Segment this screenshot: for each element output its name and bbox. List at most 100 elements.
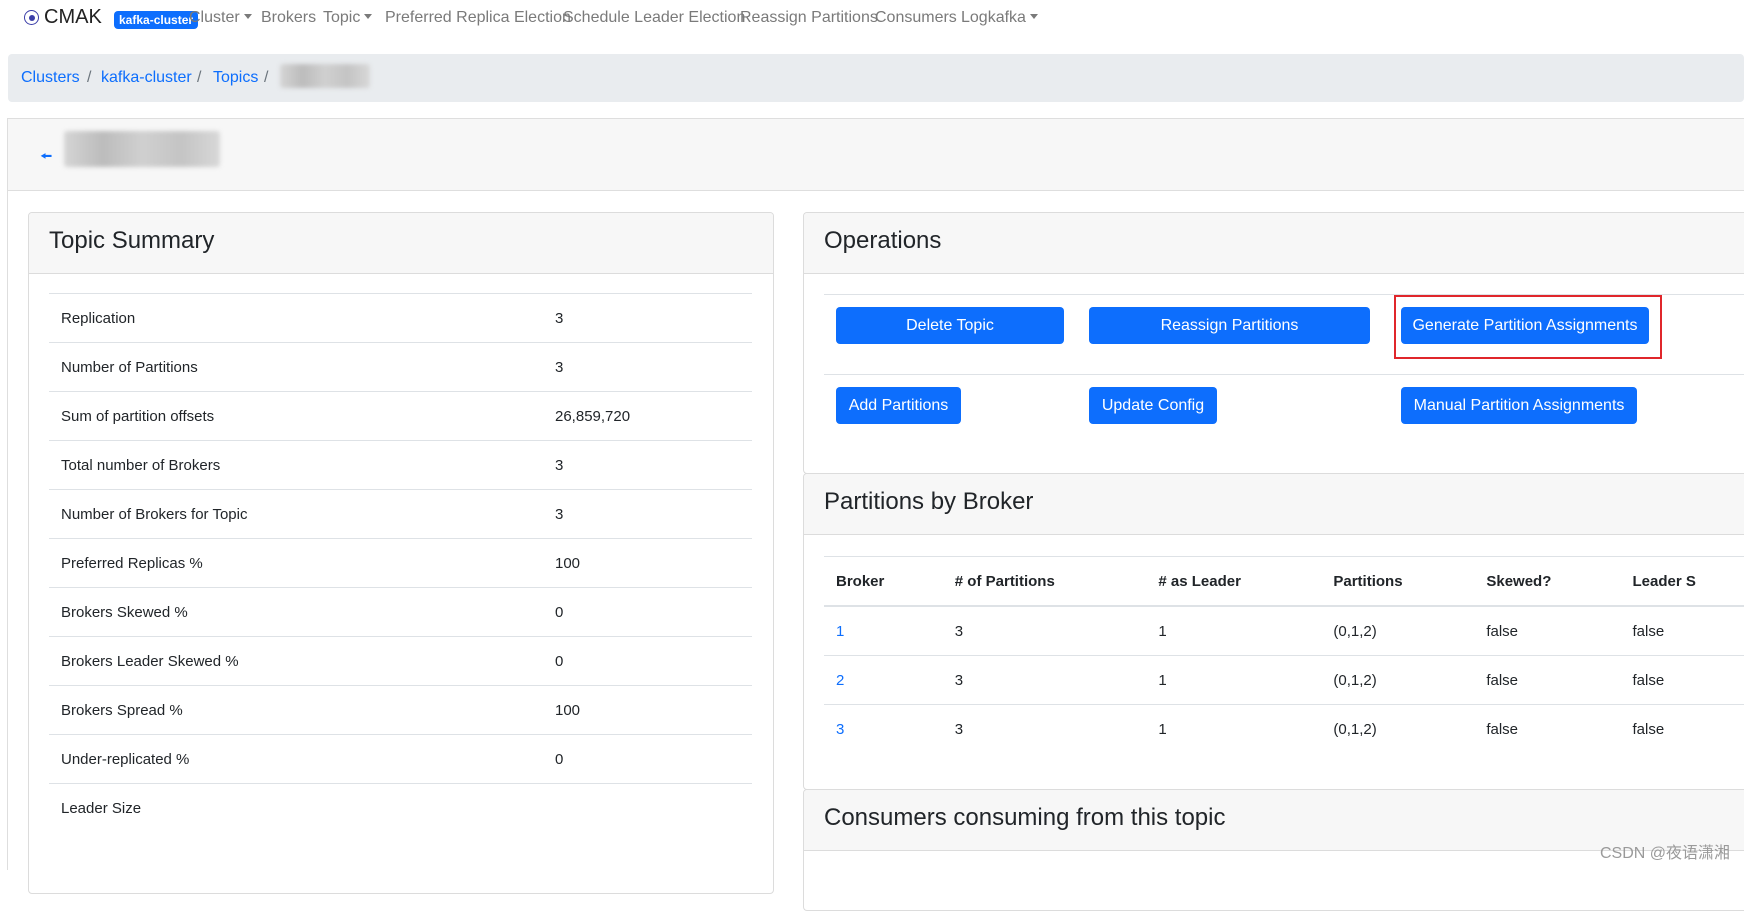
- table-row: 3 3 1 (0,1,2) false false: [824, 704, 1744, 753]
- summary-label: Replication: [49, 293, 543, 343]
- nav-schedule-leader-election[interactable]: Schedule Leader Election: [563, 9, 745, 27]
- redacted-topic-title: [64, 131, 220, 167]
- table-cell: 3: [824, 704, 943, 753]
- delete-topic-button[interactable]: Delete Topic: [836, 307, 1064, 344]
- back-arrow-icon[interactable]: 🠘: [40, 146, 52, 170]
- summary-row: Under-replicated % 0: [49, 734, 752, 784]
- column-header: Partitions: [1321, 556, 1475, 607]
- caret-down-icon: [1029, 14, 1038, 19]
- breadcrumb-separator: /: [87, 69, 92, 86]
- summary-label: Brokers Leader Skewed %: [49, 636, 543, 686]
- summary-label: Total number of Brokers: [49, 440, 543, 490]
- partitions-by-broker-title: Partitions by Broker: [824, 488, 1034, 515]
- topic-summary-table: Replication 3 Number of Partitions 3 Sum of …: [49, 293, 752, 832]
- summary-value: 3: [543, 293, 752, 343]
- reassign-partitions-button[interactable]: Reassign Partitions: [1089, 307, 1370, 344]
- operations-header: Operations: [804, 213, 1744, 274]
- summary-value: 0: [543, 587, 752, 637]
- table-cell: false: [1474, 605, 1621, 656]
- nav-cluster-label: Cluster: [189, 9, 240, 26]
- summary-value: 26,859,720: [543, 391, 752, 441]
- manual-partition-assignments-button[interactable]: Manual Partition Assignments: [1401, 387, 1637, 424]
- nav-brokers[interactable]: Brokers: [261, 9, 316, 27]
- summary-row: Replication 3: [49, 293, 752, 343]
- column-header: # as Leader: [1146, 556, 1322, 607]
- radio-button-icon: [24, 10, 39, 25]
- table-cell: 3: [942, 605, 1147, 656]
- topic-header: 🠘: [7, 118, 1744, 191]
- summary-value: 3: [543, 440, 752, 490]
- breadcrumb-clusters[interactable]: Clusters: [21, 69, 80, 87]
- cluster-badge[interactable]: kafka-cluster: [114, 11, 199, 29]
- table-cell: 2: [824, 655, 943, 705]
- table-row: 2 3 1 (0,1,2) false false: [824, 655, 1744, 705]
- caret-down-icon: [243, 14, 252, 19]
- topic-summary-card: Topic Summary Replication 3 Number of Part…: [28, 212, 774, 894]
- table-cell: false: [1620, 655, 1744, 705]
- table-cell: 1: [1146, 655, 1322, 705]
- column-header: Broker: [824, 556, 943, 607]
- summary-row: Sum of partition offsets 26,859,720: [49, 391, 752, 441]
- caret-down-icon: [364, 14, 373, 19]
- column-header: # of Partitions: [942, 556, 1147, 607]
- nav-topic[interactable]: Topic: [323, 9, 373, 27]
- broker-link[interactable]: 1: [836, 623, 844, 640]
- summary-value: 3: [543, 489, 752, 539]
- topic-summary-header: Topic Summary: [29, 213, 773, 274]
- table-cell: false: [1620, 605, 1744, 656]
- table-cell: 1: [824, 605, 943, 656]
- add-partitions-button[interactable]: Add Partitions: [836, 387, 961, 424]
- summary-row: Number of Partitions 3: [49, 342, 752, 392]
- breadcrumb-separator: /: [264, 69, 269, 86]
- summary-row: Preferred Replicas % 100: [49, 538, 752, 588]
- divider: [824, 374, 1744, 375]
- breadcrumb-topics[interactable]: Topics: [213, 69, 258, 87]
- table-row: 1 3 1 (0,1,2) false false: [824, 605, 1744, 656]
- summary-row: Brokers Spread % 100: [49, 685, 752, 735]
- top-navbar: CMAK kafka-cluster Cluster Brokers Topic…: [0, 0, 1744, 40]
- table-cell: (0,1,2): [1321, 605, 1475, 656]
- summary-row: Brokers Leader Skewed % 0: [49, 636, 752, 686]
- nav-preferred-replica-election[interactable]: Preferred Replica Election: [385, 9, 571, 27]
- summary-value: 3: [543, 342, 752, 392]
- consumers-title: Consumers consuming from this topic: [824, 804, 1226, 831]
- summary-value: [543, 783, 752, 832]
- operations-title: Operations: [824, 227, 942, 254]
- table-cell: false: [1474, 655, 1621, 705]
- broker-link[interactable]: 3: [836, 721, 844, 738]
- column-header: Skewed?: [1474, 556, 1621, 607]
- nav-logkafka-label: Logkafka: [961, 9, 1026, 26]
- summary-label: Brokers Skewed %: [49, 587, 543, 637]
- summary-label: Under-replicated %: [49, 734, 543, 784]
- brand-link[interactable]: CMAK: [24, 6, 102, 29]
- summary-value: 0: [543, 734, 752, 784]
- summary-label: Brokers Spread %: [49, 685, 543, 735]
- nav-consumers[interactable]: Consumers: [875, 9, 957, 27]
- nav-topic-label: Topic: [323, 9, 361, 26]
- summary-label: Sum of partition offsets: [49, 391, 543, 441]
- watermark: CSDN @夜语潇湘: [1599, 845, 1730, 862]
- summary-row: Brokers Skewed % 0: [49, 587, 752, 637]
- summary-row: Leader Size: [49, 783, 752, 832]
- breadcrumb-kafka-cluster[interactable]: kafka-cluster: [101, 69, 192, 87]
- table-cell: 1: [1146, 704, 1322, 753]
- breadcrumb-separator: /: [197, 69, 202, 86]
- generate-partition-assignments-button[interactable]: Generate Partition Assignments: [1401, 307, 1649, 344]
- table-cell: 1: [1146, 605, 1322, 656]
- summary-row: Total number of Brokers 3: [49, 440, 752, 490]
- summary-label: Number of Brokers for Topic: [49, 489, 543, 539]
- nav-logkafka[interactable]: Logkafka: [961, 9, 1038, 27]
- table-cell: false: [1474, 704, 1621, 753]
- nav-reassign-partitions[interactable]: Reassign Partitions: [740, 9, 878, 27]
- summary-value: 100: [543, 685, 752, 735]
- update-config-button[interactable]: Update Config: [1089, 387, 1217, 424]
- table-cell: (0,1,2): [1321, 655, 1475, 705]
- summary-value: 0: [543, 636, 752, 686]
- redacted-topic-name: [280, 64, 370, 88]
- breadcrumb: Clusters / kafka-cluster / Topics /: [8, 54, 1744, 102]
- table-cell: (0,1,2): [1321, 704, 1475, 753]
- nav-cluster[interactable]: Cluster: [189, 9, 252, 27]
- table-cell: 3: [942, 704, 1147, 753]
- summary-row: Number of Brokers for Topic 3: [49, 489, 752, 539]
- broker-link[interactable]: 2: [836, 672, 844, 689]
